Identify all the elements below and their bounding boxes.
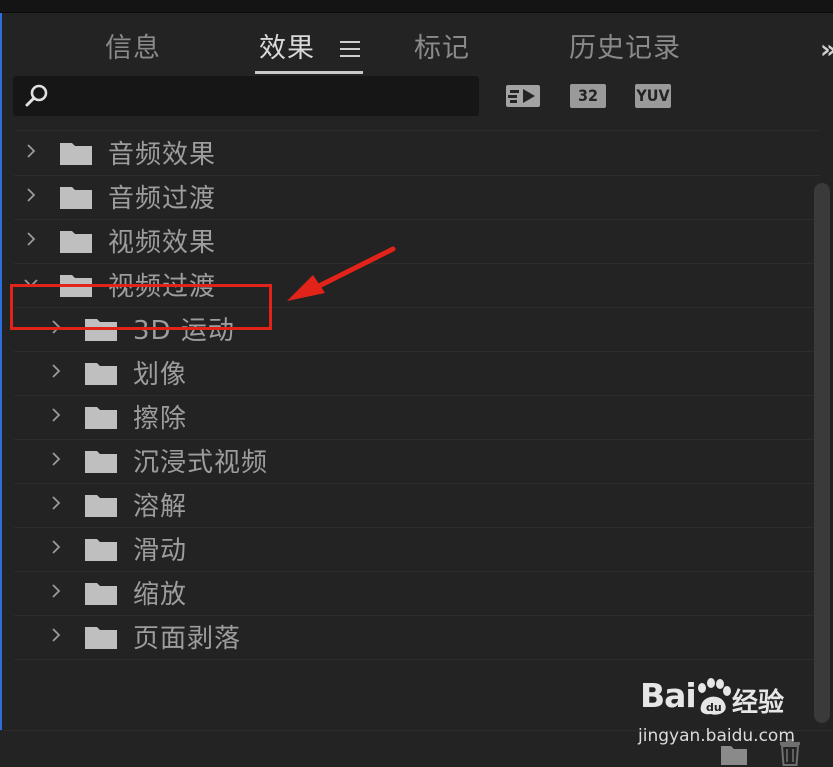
folder-icon <box>85 451 117 473</box>
accelerated-effects-filter-button[interactable] <box>505 81 541 111</box>
folder-icon <box>85 627 117 649</box>
tree-item-label: 音频过渡 <box>108 184 217 214</box>
search-icon <box>25 84 48 107</box>
chevron-right-icon[interactable] <box>47 494 65 512</box>
folder-icon <box>60 231 92 253</box>
tree-subitem-zoom[interactable]: 缩放 <box>14 571 820 616</box>
search-input[interactable] <box>57 80 471 114</box>
tree-item-label: 音频效果 <box>108 140 217 170</box>
chevron-right-icon[interactable] <box>22 186 40 204</box>
tree-scrollbar[interactable] <box>814 183 830 723</box>
panel-overflow-button[interactable]: » <box>820 35 833 65</box>
tree-item-audio-transitions[interactable]: 音频过渡 <box>14 175 820 220</box>
baidu-jingyan-watermark: Bai du 经验 jingyan.baidu.com <box>638 676 828 754</box>
folder-icon <box>85 407 117 429</box>
tree-subitem-slide[interactable]: 滑动 <box>14 527 820 572</box>
folder-icon <box>85 363 117 385</box>
baidu-paw-logo: du <box>698 678 731 715</box>
chevron-right-icon[interactable] <box>22 142 40 160</box>
tab-effects[interactable]: 效果 <box>259 31 315 67</box>
yuv-filter-button[interactable]: YUV <box>635 81 671 111</box>
yuv-label: YUV <box>635 84 671 108</box>
tree-item-label: 划像 <box>133 360 188 390</box>
effects-search-box[interactable] <box>13 76 479 116</box>
tree-item-label: 缩放 <box>133 580 188 610</box>
accelerated-effects-icon <box>506 85 540 107</box>
watermark-brand-cn: 经验 <box>732 688 785 718</box>
panel-menu-icon[interactable] <box>340 39 360 59</box>
chevron-right-icon[interactable] <box>47 538 65 556</box>
tab-history[interactable]: 历史记录 <box>569 31 681 67</box>
effects-tree: 音频效果 音频过渡 视频效果 视频过渡 3D 运动 划像 擦除 沉浸式视频 溶解… <box>14 130 820 686</box>
folder-icon <box>85 539 117 561</box>
chevron-right-icon[interactable] <box>22 230 40 248</box>
tree-item-label: 视频效果 <box>108 228 217 258</box>
chevron-right-icon[interactable] <box>47 626 65 644</box>
tree-item-video-effects[interactable]: 视频效果 <box>14 219 820 264</box>
tree-item-label: 滑动 <box>133 536 188 566</box>
tree-subitem-wipe[interactable]: 擦除 <box>14 395 820 440</box>
annotation-arrow-icon <box>287 246 396 301</box>
32bit-filter-button[interactable]: 32 <box>570 81 606 111</box>
annotation-highlight-box <box>10 284 272 330</box>
top-strip <box>0 0 833 13</box>
tree-subitem-iris[interactable]: 划像 <box>14 351 820 396</box>
tree-subitem-dissolve[interactable]: 溶解 <box>14 483 820 528</box>
folder-icon <box>60 187 92 209</box>
chevron-right-icon[interactable] <box>47 582 65 600</box>
tree-item-label: 擦除 <box>133 404 188 434</box>
folder-icon <box>85 583 117 605</box>
panel-tab-bar: 信息 效果 标记 历史记录 » <box>2 13 833 75</box>
chevron-right-icon[interactable] <box>47 362 65 380</box>
tree-item-label: 溶解 <box>133 492 188 522</box>
tree-subitem-page-peel[interactable]: 页面剥落 <box>14 615 820 660</box>
tree-item-audio-effects[interactable]: 音频效果 <box>14 131 820 176</box>
watermark-brand: Bai <box>640 676 697 715</box>
tab-info[interactable]: 信息 <box>105 31 161 67</box>
folder-icon <box>85 495 117 517</box>
tree-subitem-immersive-video[interactable]: 沉浸式视频 <box>14 439 820 484</box>
32bit-label: 32 <box>570 84 606 108</box>
folder-icon <box>60 143 92 165</box>
chevron-right-icon[interactable] <box>47 450 65 468</box>
tree-item-label: 沉浸式视频 <box>133 448 269 478</box>
watermark-url: jingyan.baidu.com <box>638 726 795 746</box>
svg-text:du: du <box>706 701 722 714</box>
active-tab-indicator <box>255 71 363 74</box>
tree-item-label: 页面剥落 <box>133 624 242 654</box>
chevron-right-icon[interactable] <box>47 406 65 424</box>
tab-markers[interactable]: 标记 <box>414 31 470 67</box>
